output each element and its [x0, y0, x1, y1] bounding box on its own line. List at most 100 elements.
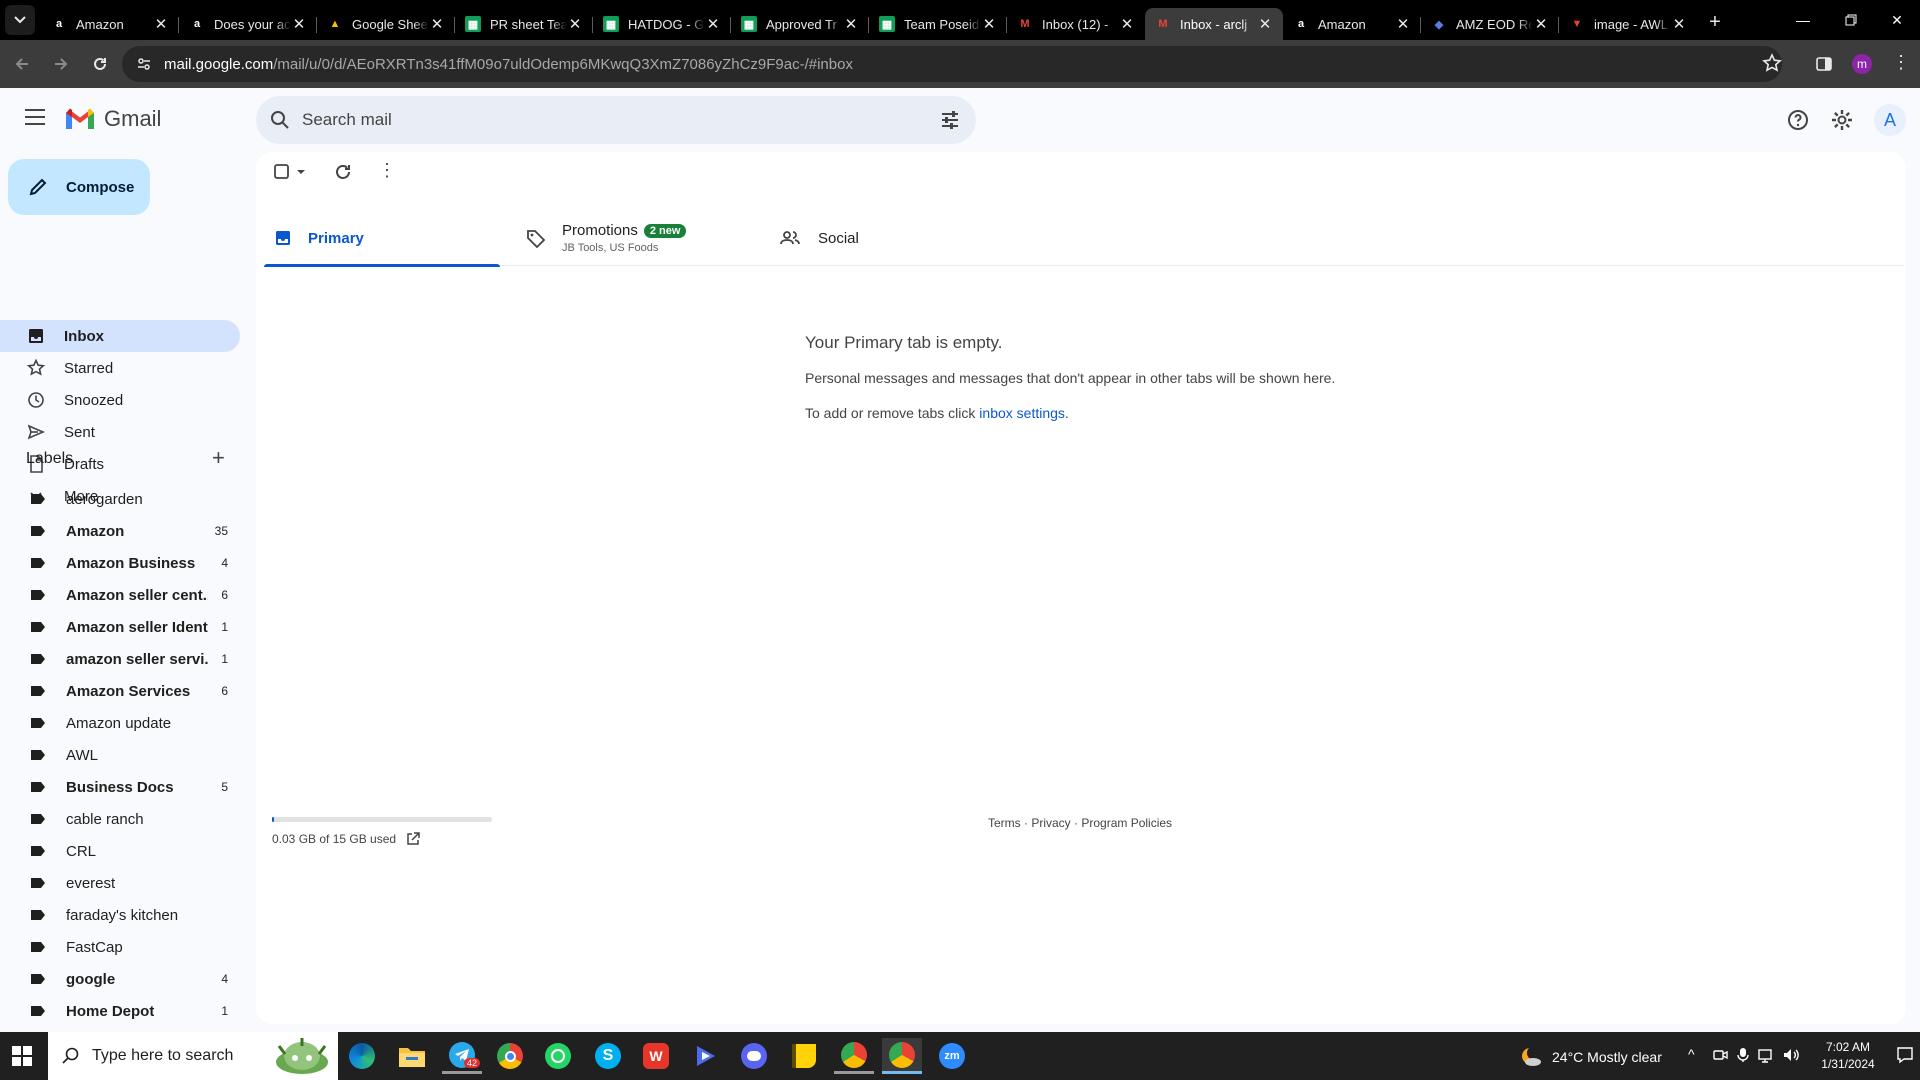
- label-item[interactable]: FastCap: [0, 931, 240, 963]
- more-actions-icon[interactable]: ⋮: [378, 160, 396, 181]
- search-bar[interactable]: [256, 96, 976, 144]
- label-item[interactable]: aerogarden: [0, 483, 240, 515]
- close-tab-icon[interactable]: ✕: [429, 15, 445, 33]
- close-window-button[interactable]: ✕: [1874, 0, 1920, 40]
- label-item[interactable]: amazon seller servi... 1: [0, 643, 240, 675]
- close-tab-icon[interactable]: ✕: [1671, 15, 1687, 33]
- search-icon[interactable]: [270, 110, 290, 130]
- close-tab-icon[interactable]: ✕: [981, 15, 997, 33]
- help-icon[interactable]: [1786, 108, 1810, 137]
- refresh-icon[interactable]: [334, 163, 352, 186]
- program-policies-link[interactable]: Program Policies: [1081, 816, 1172, 830]
- edge-app-icon[interactable]: [342, 1038, 382, 1074]
- restore-button[interactable]: [1828, 0, 1874, 40]
- zoom-app-icon[interactable]: zm: [932, 1038, 972, 1074]
- inbox-settings-link[interactable]: inbox settings: [979, 405, 1065, 421]
- browser-tab[interactable]: ◆ AMZ EOD Re ✕: [1421, 8, 1559, 40]
- minimize-button[interactable]: —: [1780, 0, 1826, 40]
- settings-gear-icon[interactable]: [1830, 108, 1854, 137]
- discord-app-icon[interactable]: [734, 1038, 774, 1074]
- browser-tab[interactable]: ▦ Approved Tr ✕: [731, 8, 869, 40]
- chrome-menu-icon[interactable]: ⋮: [1892, 52, 1910, 72]
- taskbar-search-box[interactable]: Type here to search: [48, 1032, 338, 1080]
- site-info-icon[interactable]: [136, 56, 152, 72]
- select-checkbox[interactable]: [274, 164, 306, 180]
- label-item[interactable]: Amazon update: [0, 707, 240, 739]
- compose-button[interactable]: Compose: [8, 159, 150, 215]
- label-item[interactable]: Amazon Services 6: [0, 675, 240, 707]
- browser-tab[interactable]: ▼ image - AWL ✕: [1559, 8, 1697, 40]
- browser-tab[interactable]: ▦ PR sheet Tea ✕: [455, 8, 593, 40]
- label-item[interactable]: CRL: [0, 835, 240, 867]
- browser-tab[interactable]: a Amazon ✕: [1283, 8, 1421, 40]
- browser-tab[interactable]: M Inbox - arclj ✕: [1145, 8, 1283, 40]
- system-clock[interactable]: 7:02 AM 1/31/2024: [1808, 1039, 1888, 1073]
- browser-tab[interactable]: a Amazon ✕: [41, 8, 179, 40]
- telegram-app-icon[interactable]: 42: [442, 1038, 482, 1074]
- label-item[interactable]: cable ranch: [0, 803, 240, 835]
- meet-now-icon[interactable]: [1712, 1047, 1728, 1068]
- network-icon[interactable]: [1758, 1047, 1776, 1068]
- chrome-app-icon[interactable]: [490, 1038, 530, 1074]
- close-tab-icon[interactable]: ✕: [843, 15, 859, 33]
- gmail-logo[interactable]: Gmail: [64, 106, 161, 132]
- label-item[interactable]: faraday's kitchen: [0, 899, 240, 931]
- external-link-icon[interactable]: [406, 832, 420, 846]
- forward-button[interactable]: [44, 47, 78, 81]
- nav-item-snoozed[interactable]: Snoozed: [0, 384, 240, 416]
- label-item[interactable]: Home Depot 1: [0, 995, 240, 1027]
- search-options-icon[interactable]: [940, 110, 960, 130]
- video-editor-icon[interactable]: [686, 1038, 726, 1074]
- chrome-profile-f-icon[interactable]: [834, 1038, 874, 1074]
- add-label-icon[interactable]: +: [212, 447, 225, 469]
- label-item[interactable]: Business Docs 5: [0, 771, 240, 803]
- weather-widget[interactable]: 24°C Mostly clear: [1520, 1046, 1662, 1068]
- tab-search-button[interactable]: [5, 5, 35, 35]
- browser-tab[interactable]: ▦ HATDOG - G ✕: [593, 8, 731, 40]
- reload-button[interactable]: [83, 47, 117, 81]
- windows-start-icon[interactable]: [12, 1046, 32, 1071]
- tab-social[interactable]: Social: [780, 210, 1016, 266]
- volume-icon[interactable]: [1782, 1047, 1800, 1068]
- search-highlight-image[interactable]: [270, 1034, 334, 1078]
- wps-office-icon[interactable]: W: [636, 1038, 676, 1074]
- label-item[interactable]: Amazon 35: [0, 515, 240, 547]
- close-tab-icon[interactable]: ✕: [1533, 15, 1549, 33]
- side-panel-icon[interactable]: [1814, 54, 1834, 79]
- chrome-profile-m-icon[interactable]: [882, 1038, 922, 1074]
- search-input[interactable]: [302, 110, 882, 130]
- close-tab-icon[interactable]: ✕: [1119, 15, 1135, 33]
- show-hidden-icons-chevron-icon[interactable]: ^: [1688, 1046, 1695, 1062]
- new-tab-button[interactable]: +: [1701, 8, 1729, 36]
- close-tab-icon[interactable]: ✕: [1257, 15, 1273, 33]
- skype-app-icon[interactable]: S: [588, 1038, 628, 1074]
- close-tab-icon[interactable]: ✕: [291, 15, 307, 33]
- sticky-notes-icon[interactable]: [784, 1038, 824, 1074]
- browser-tab[interactable]: ▦ Team Poseid ✕: [869, 8, 1007, 40]
- terms-link[interactable]: Terms: [988, 816, 1021, 830]
- close-tab-icon[interactable]: ✕: [1395, 15, 1411, 33]
- main-menu-icon[interactable]: [24, 108, 46, 131]
- nav-item-sent[interactable]: Sent: [0, 416, 240, 448]
- label-item[interactable]: AWL: [0, 739, 240, 771]
- back-button[interactable]: [5, 47, 39, 81]
- nav-item-inbox[interactable]: Inbox: [0, 320, 240, 352]
- browser-tab[interactable]: ▲ Google Shee ✕: [317, 8, 455, 40]
- label-item[interactable]: everest: [0, 867, 240, 899]
- close-tab-icon[interactable]: ✕: [705, 15, 721, 33]
- label-item[interactable]: Amazon seller Ident 1: [0, 611, 240, 643]
- label-item[interactable]: Amazon Business 4: [0, 547, 240, 579]
- browser-tab[interactable]: M Inbox (12) - ✕: [1007, 8, 1145, 40]
- tab-promotions[interactable]: Promotions 2 new JB Tools, US Foods: [526, 210, 762, 266]
- whatsapp-app-icon[interactable]: [538, 1038, 578, 1074]
- bookmark-star-icon[interactable]: [1762, 53, 1782, 77]
- notification-center-icon[interactable]: [1896, 1046, 1914, 1069]
- nav-item-starred[interactable]: Starred: [0, 352, 240, 384]
- account-avatar[interactable]: A: [1874, 104, 1906, 136]
- profile-avatar[interactable]: m: [1852, 54, 1872, 74]
- browser-tab[interactable]: a Does your ac ✕: [179, 8, 317, 40]
- close-tab-icon[interactable]: ✕: [153, 15, 169, 33]
- address-bar[interactable]: mail.google.com/mail/u/0/d/AEoRXRTn3s41f…: [122, 46, 1782, 82]
- microphone-icon[interactable]: [1735, 1047, 1751, 1068]
- privacy-link[interactable]: Privacy: [1031, 816, 1070, 830]
